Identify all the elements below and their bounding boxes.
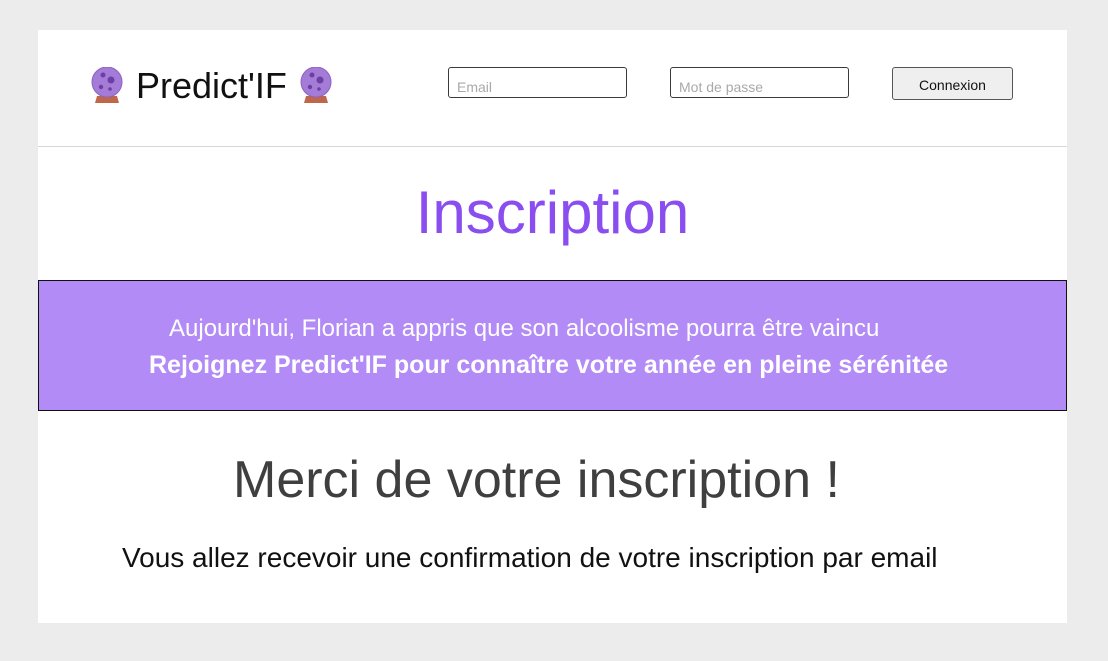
login-button[interactable]: Connexion [892, 67, 1013, 100]
banner-testimonial: Aujourd'hui, Florian a appris que son al… [169, 315, 880, 342]
password-field[interactable] [670, 67, 849, 98]
brand[interactable]: Predict'IF [90, 66, 333, 106]
page-container: Predict'IF Connexion Inscription Aujourd… [38, 30, 1067, 623]
email-field[interactable] [448, 67, 627, 98]
brand-name: Predict'IF [136, 65, 287, 106]
crystal-ball-icon [300, 67, 332, 103]
page-title: Inscription [415, 179, 690, 246]
crystal-ball-icon [91, 67, 123, 103]
confirmation-message: Vous allez recevoir une confirmation de … [122, 542, 938, 573]
promo-banner: Aujourd'hui, Florian a appris que son al… [38, 280, 1067, 411]
thanks-heading: Merci de votre inscription ! [233, 451, 840, 509]
banner-call-to-action: Rejoignez Predict'IF pour connaître votr… [149, 351, 949, 379]
header: Predict'IF Connexion [38, 30, 1067, 147]
